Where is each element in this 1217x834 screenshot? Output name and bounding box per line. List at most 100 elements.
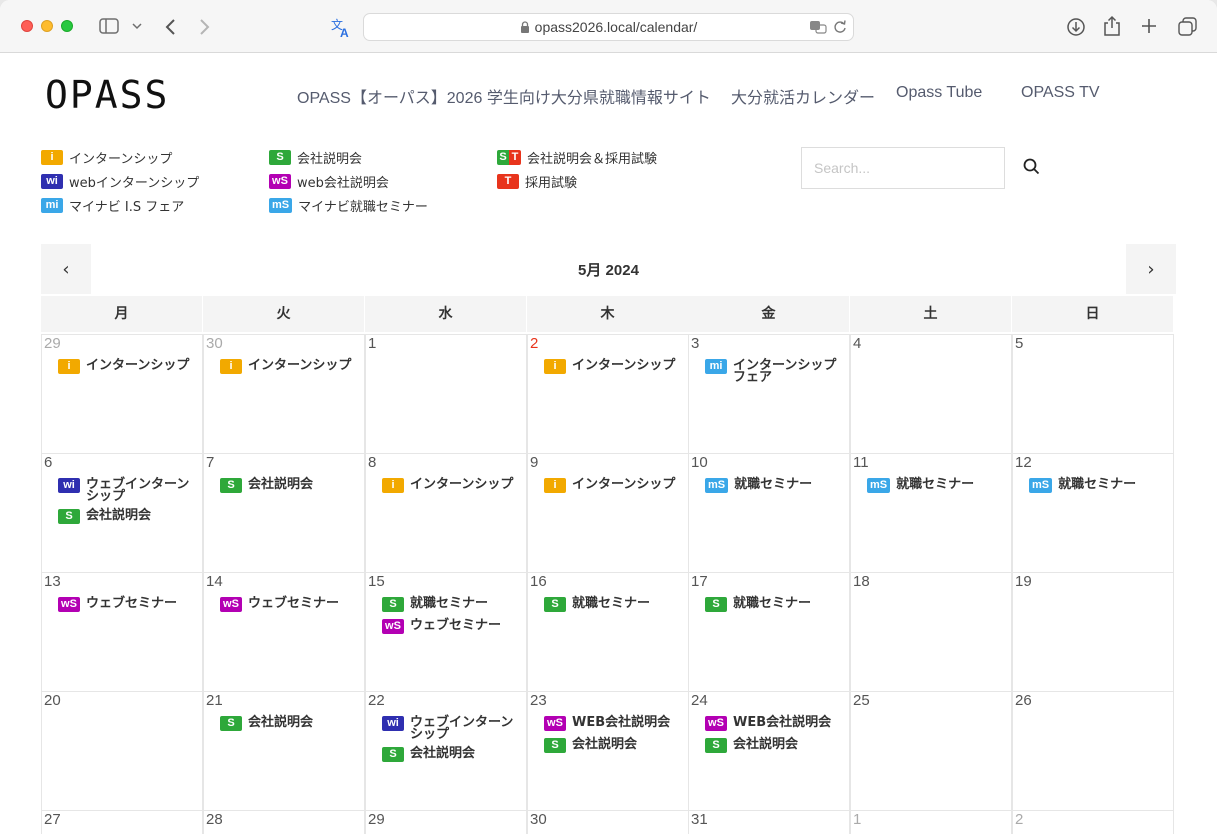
calendar-day-cell[interactable]: 30 i インターンシップ [203,334,365,454]
address-bar[interactable]: opass2026.local/calendar/ [363,13,854,41]
calendar-event[interactable]: i インターンシップ [220,359,360,374]
day-number: 24 [691,692,708,709]
translate-icon[interactable]: 文 A [330,16,352,38]
calendar-day-cell[interactable]: 17 S 就職セミナー [688,572,850,692]
calendar-day-cell[interactable]: 21 S 会社説明会 [203,691,365,811]
day-number: 25 [853,692,870,709]
calendar-day-cell[interactable]: 14 wS ウェブセミナー [203,572,365,692]
back-icon[interactable] [164,18,176,36]
day-number: 31 [691,811,708,828]
calendar-day-cell[interactable]: 25 [850,691,1012,811]
ms-badge-icon: mS [867,478,891,493]
calendar-day-cell[interactable]: 4 [850,334,1012,454]
calendar-event[interactable]: mS 就職セミナー [1029,478,1169,493]
nav-link-home[interactable]: OPASS【オーパス】2026 学生向け大分県就職情報サイト [297,84,711,108]
calendar-day-cell[interactable]: 5 [1012,334,1174,454]
nav-link-opass-tv[interactable]: OPASS TV [1021,84,1100,102]
calendar-day-cell[interactable]: 15 S 就職セミナー wS ウェブセミナー [365,572,527,692]
calendar-day-cell[interactable]: 23 wS WEB会社説明会 S 会社説明会 [527,691,689,811]
minimize-window-button[interactable] [41,20,53,32]
calendar-event[interactable]: mS 就職セミナー [705,478,845,493]
opass-logo[interactable]: OPASS [45,78,169,112]
calendar-event[interactable]: S 就職セミナー [705,597,845,612]
calendar-event[interactable]: i インターンシップ [544,478,684,493]
search-input[interactable] [801,147,1005,189]
calendar-event[interactable]: i インターンシップ [382,478,522,493]
forward-icon[interactable] [199,18,211,36]
calendar-day-cell[interactable]: 26 [1012,691,1174,811]
calendar-day-cell[interactable]: 8 i インターンシップ [365,453,527,573]
calendar-event[interactable]: S 会社説明会 [220,478,360,493]
calendar-day-cell[interactable]: 7 S 会社説明会 [203,453,365,573]
day-number: 29 [368,811,385,828]
calendar-event[interactable]: wi ウェブインターンシップ [58,478,198,503]
calendar-day-cell[interactable]: 1 [365,334,527,454]
calendar-day-cell[interactable]: 24 wS WEB会社説明会 S 会社説明会 [688,691,850,811]
calendar-day-cell[interactable]: 29 i インターンシップ [41,334,203,454]
calendar-day-cell[interactable]: 27 [41,810,203,834]
calendar-event[interactable]: wS ウェブセミナー [382,619,522,634]
calendar-day-cell[interactable]: 12 mS 就職セミナー [1012,453,1174,573]
calendar-event[interactable]: S 会社説明会 [220,716,360,731]
calendar-day-cell[interactable]: 6 wi ウェブインターンシップ S 会社説明会 [41,453,203,573]
nav-link-calendar[interactable]: 大分就活カレンダー [731,84,875,108]
calendar-day-cell[interactable]: 19 [1012,572,1174,692]
share-icon[interactable] [1103,15,1121,37]
calendar-day-cell[interactable]: 30 [527,810,689,834]
calendar-event[interactable]: i インターンシップ [58,359,198,374]
sidebar-toggle-icon[interactable] [99,18,119,34]
calendar-month-title: 5月 2024 [578,262,639,279]
s-badge-icon: S [544,738,566,753]
calendar-day-cell[interactable]: 2 [1012,810,1174,834]
reader-translate-icon[interactable] [809,20,827,34]
calendar-day-cell[interactable]: 3 mi インターンシップフェア [688,334,850,454]
day-number: 14 [206,573,223,590]
calendar-day-cell[interactable]: 13 wS ウェブセミナー [41,572,203,692]
day-number: 2 [1015,811,1024,828]
calendar-day-cell[interactable]: 10 mS 就職セミナー [688,453,850,573]
calendar-day-cell[interactable]: 9 i インターンシップ [527,453,689,573]
download-icon[interactable] [1066,17,1086,37]
calendar-day-cell[interactable]: 2 i インターンシップ [527,334,689,454]
calendar-event[interactable]: wi ウェブインターンシップ [382,716,522,741]
day-number: 2 [530,335,539,352]
calendar-event[interactable]: S 会社説明会 [544,738,684,753]
calendar-event[interactable]: S 会社説明会 [382,747,522,762]
calendar-header: ‹ 5月 2024 › [41,244,1176,294]
calendar-day-cell[interactable]: 31 [688,810,850,834]
event-label: 会社説明会 [248,477,314,492]
calendar-day-cell[interactable]: 28 [203,810,365,834]
calendar-event[interactable]: S 会社説明会 [705,738,845,753]
calendar-event[interactable]: wS WEB会社説明会 [544,716,684,731]
legend-label: マイナビ I.S フェア [69,199,185,215]
svg-text:A: A [340,26,349,38]
calendar-day-cell[interactable]: 16 S 就職セミナー [527,572,689,692]
reload-icon[interactable] [833,20,847,34]
calendar-event[interactable]: S 就職セミナー [544,597,684,612]
calendar-event[interactable]: S 会社説明会 [58,509,198,524]
zoom-window-button[interactable] [61,20,73,32]
calendar-day-cell[interactable]: 20 [41,691,203,811]
calendar-event[interactable]: wS WEB会社説明会 [705,716,845,731]
search-icon[interactable] [1020,155,1044,179]
close-window-button[interactable] [21,20,33,32]
calendar-event[interactable]: i インターンシップ [544,359,684,374]
new-tab-icon[interactable] [1141,18,1157,34]
calendar-event[interactable]: wS ウェブセミナー [58,597,198,612]
calendar-day-cell[interactable]: 22 wi ウェブインターンシップ S 会社説明会 [365,691,527,811]
calendar-event[interactable]: mS 就職セミナー [867,478,1007,493]
nav-link-opass-tube[interactable]: Opass Tube [896,84,982,102]
calendar-event[interactable]: S 就職セミナー [382,597,522,612]
day-number: 4 [853,335,862,352]
event-label: 会社説明会 [733,737,799,752]
weekday-header: 月 [41,296,202,332]
tab-overview-icon[interactable] [1178,17,1198,37]
chevron-down-icon[interactable] [132,23,142,30]
calendar-event[interactable]: wS ウェブセミナー [220,597,360,612]
calendar-event[interactable]: mi インターンシップフェア [705,359,845,384]
next-month-button[interactable]: › [1126,244,1176,294]
calendar-day-cell[interactable]: 11 mS 就職セミナー [850,453,1012,573]
calendar-day-cell[interactable]: 29 [365,810,527,834]
calendar-day-cell[interactable]: 18 [850,572,1012,692]
calendar-day-cell[interactable]: 1 [850,810,1012,834]
